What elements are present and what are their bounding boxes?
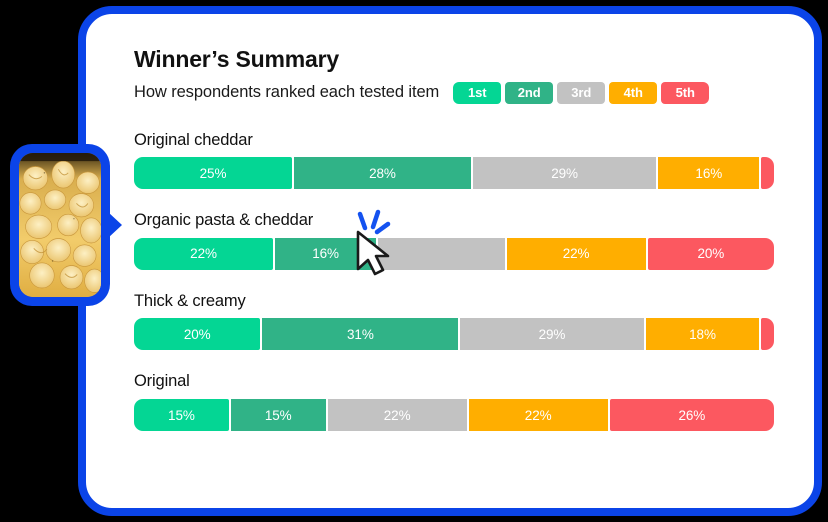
bar-segment-2nd[interactable]: 15% bbox=[230, 399, 326, 432]
page-title: Winner’s Summary bbox=[134, 46, 339, 72]
bar-segment-1st[interactable]: 25% bbox=[134, 157, 292, 190]
row-label: Original cheddar bbox=[134, 130, 253, 149]
legend-chip-2nd[interactable]: 2nd bbox=[505, 81, 554, 104]
stacked-bar: 15% 15% 22% 22% 26% bbox=[134, 399, 774, 432]
bar-segment-5th[interactable]: 26% bbox=[609, 399, 774, 432]
bar-segment-5th[interactable] bbox=[761, 157, 774, 190]
bar-segment-5th[interactable]: 20% bbox=[647, 237, 775, 270]
bar-segment-4th[interactable]: 18% bbox=[645, 318, 760, 351]
stacked-bar: 22% 16% 22% 20% bbox=[134, 237, 775, 270]
legend-chip-3rd[interactable]: 3rd bbox=[557, 81, 606, 104]
bar-segment-2nd[interactable]: 31% bbox=[262, 318, 459, 351]
macaroni-photo bbox=[19, 153, 101, 297]
row-label: Organic pasta & cheddar bbox=[134, 211, 314, 230]
ranking-row: Original cheddar 25% 28% 29% 16% bbox=[134, 130, 780, 190]
page-subtitle: How respondents ranked each tested item bbox=[134, 83, 440, 102]
ranking-row: Thick & creamy 20% 31% 29% 18% bbox=[134, 291, 780, 351]
row-label: Original bbox=[134, 372, 190, 391]
legend-chip-4th[interactable]: 4th bbox=[609, 81, 658, 104]
legend-chip-1st[interactable]: 1st bbox=[453, 81, 502, 104]
bar-segment-1st[interactable]: 22% bbox=[134, 237, 274, 270]
ranking-row: Original 15% 15% 22% 22% 26% bbox=[134, 371, 780, 432]
subheader-row: How respondents ranked each tested item … bbox=[134, 81, 780, 104]
item-thumbnail-card[interactable] bbox=[10, 144, 122, 306]
thumbnail-pointer-tail bbox=[108, 212, 122, 238]
stacked-bar: 20% 31% 29% 18% bbox=[134, 318, 775, 351]
summary-card: Winner’s Summary How respondents ranked … bbox=[78, 6, 822, 516]
ranking-row: Organic pasta & cheddar 22% 16% 22% 20% bbox=[134, 210, 780, 270]
legend-chip-5th[interactable]: 5th bbox=[661, 81, 710, 104]
card-content: Winner’s Summary How respondents ranked … bbox=[86, 14, 814, 508]
bar-segment-5th[interactable] bbox=[761, 318, 775, 351]
bar-segment-2nd[interactable]: 28% bbox=[294, 157, 471, 190]
stacked-bar: 25% 28% 29% 16% bbox=[134, 157, 774, 190]
bar-segment-2nd[interactable]: 16% bbox=[275, 237, 377, 270]
bar-segment-4th[interactable]: 22% bbox=[506, 237, 646, 270]
screen-root: Winner’s Summary How respondents ranked … bbox=[0, 0, 828, 522]
bar-segment-4th[interactable]: 22% bbox=[468, 399, 608, 432]
bar-segment-1st[interactable]: 20% bbox=[134, 318, 261, 351]
ranking-bar-list: Original cheddar 25% 28% 29% 16% Organic past… bbox=[134, 130, 780, 432]
bar-segment-3rd[interactable]: 29% bbox=[460, 318, 644, 351]
row-label: Thick & creamy bbox=[134, 291, 246, 310]
bar-segment-1st[interactable]: 15% bbox=[134, 399, 229, 432]
bar-segment-4th[interactable]: 16% bbox=[658, 157, 760, 190]
bar-segment-3rd[interactable] bbox=[378, 237, 505, 270]
bar-segment-3rd[interactable]: 29% bbox=[472, 157, 657, 190]
rank-legend: 1st 2nd 3rd 4th 5th bbox=[453, 81, 710, 104]
bar-segment-3rd[interactable]: 22% bbox=[327, 399, 467, 432]
